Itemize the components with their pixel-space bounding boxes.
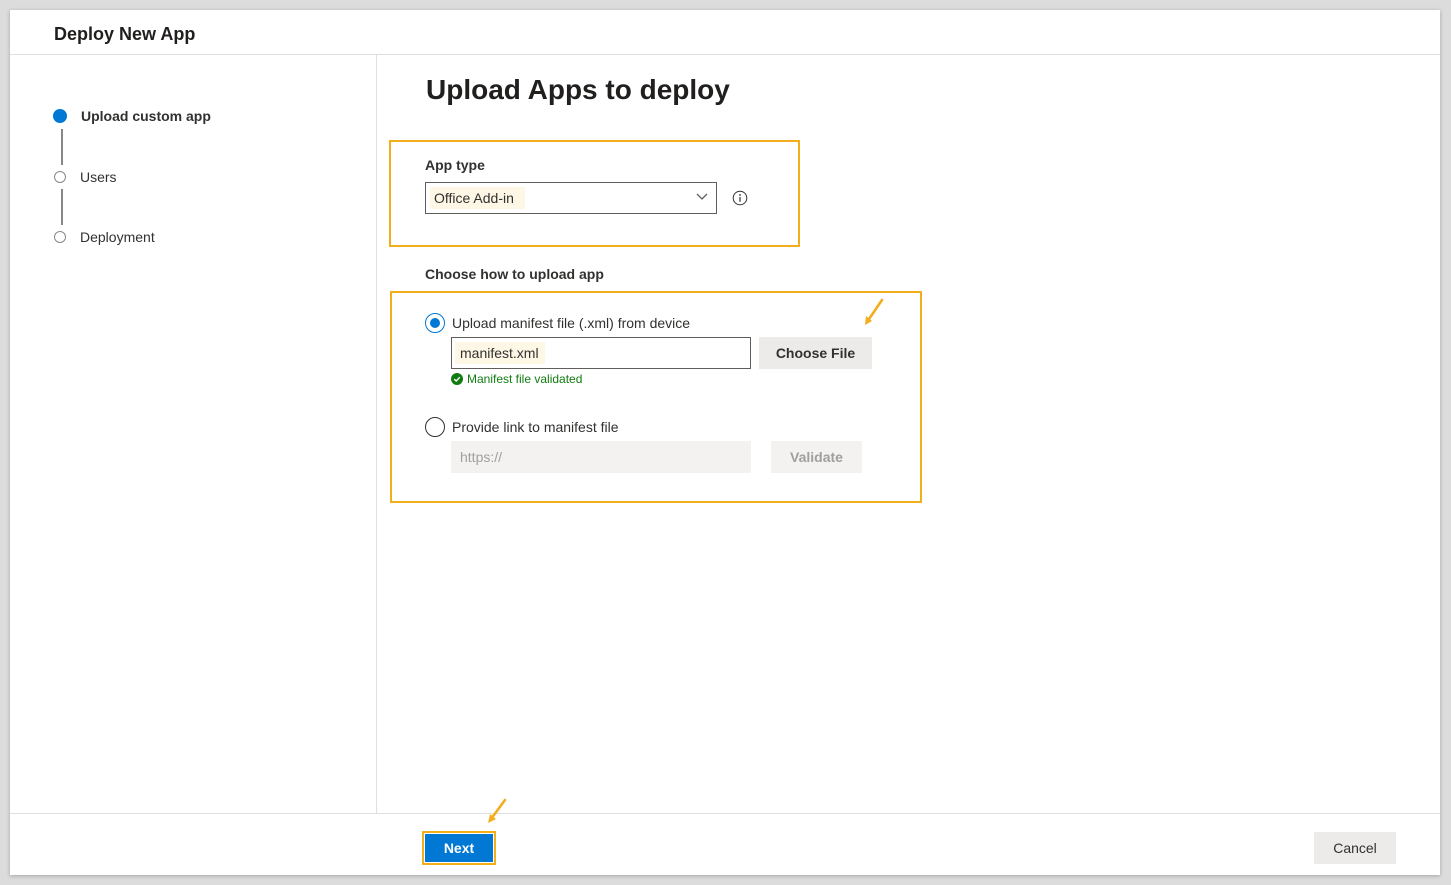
validation-text: Manifest file validated (467, 372, 583, 386)
deploy-dialog: Deploy New App Upload custom app Users D… (10, 10, 1440, 875)
manifest-link-placeholder: https:// (460, 449, 503, 465)
step-label: Deployment (80, 229, 155, 245)
manifest-file-field[interactable]: manifest.xml (451, 337, 751, 369)
step-connector (61, 129, 63, 165)
wizard-steps: Upload custom app Users Deployment (10, 55, 377, 813)
annotation-arrow-icon (488, 798, 507, 823)
radio-unchecked-icon (425, 417, 445, 437)
dialog-footer: Next Cancel (10, 798, 1440, 876)
dialog-title: Deploy New App (54, 24, 196, 44)
annotation-arrow-icon (865, 298, 884, 325)
step-connector (61, 189, 63, 225)
radio-upload-file-label: Upload manifest file (.xml) from device (452, 315, 691, 331)
next-button[interactable]: Next (425, 834, 493, 862)
step-users[interactable]: Users (54, 169, 117, 185)
radio-manifest-link-label: Provide link to manifest file (452, 419, 619, 435)
step-dot-icon (54, 171, 66, 183)
choose-file-button[interactable]: Choose File (759, 337, 872, 369)
step-label: Users (80, 169, 117, 185)
upload-method-label: Choose how to upload app (425, 266, 604, 282)
manifest-file-value: manifest.xml (455, 342, 545, 364)
check-circle-icon (451, 373, 463, 385)
app-type-dropdown[interactable]: Office Add-in (425, 182, 717, 214)
step-current-dot-icon (53, 109, 67, 123)
validate-button[interactable]: Validate (771, 441, 862, 473)
step-upload-custom-app[interactable]: Upload custom app (53, 108, 211, 124)
validation-status: Manifest file validated (451, 372, 582, 386)
step-dot-icon (54, 231, 66, 243)
radio-manifest-link[interactable]: Provide link to manifest file (425, 417, 619, 437)
dialog-header: Deploy New App (10, 10, 1440, 55)
manifest-link-input[interactable]: https:// (451, 441, 751, 473)
radio-checked-icon (425, 313, 445, 333)
chevron-down-icon (696, 193, 708, 200)
step-deployment[interactable]: Deployment (54, 229, 155, 245)
cancel-button[interactable]: Cancel (1314, 832, 1396, 864)
app-type-selected: Office Add-in (430, 187, 525, 209)
info-icon[interactable] (732, 190, 748, 206)
step-label: Upload custom app (81, 108, 211, 124)
page-title: Upload Apps to deploy (426, 74, 730, 105)
radio-upload-file[interactable]: Upload manifest file (.xml) from device (425, 313, 690, 333)
app-type-label: App type (425, 157, 485, 173)
